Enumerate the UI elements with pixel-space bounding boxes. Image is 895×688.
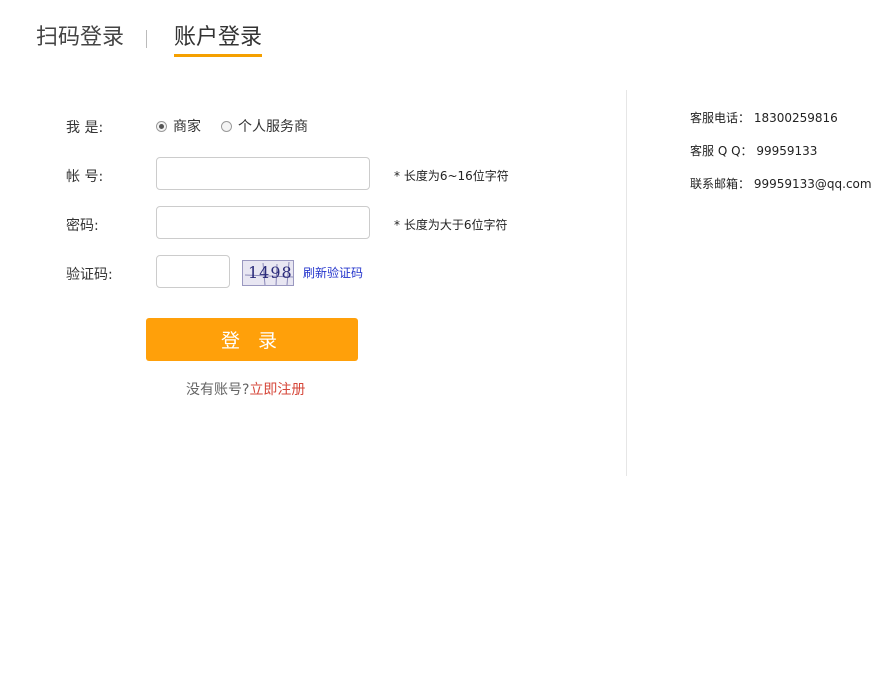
role-individual-label: 个人服务商: [238, 119, 308, 135]
role-radio-merchant[interactable]: 商家: [156, 116, 201, 136]
account-label: 帐 号:: [66, 169, 104, 185]
captcha-input[interactable]: [156, 255, 230, 288]
captcha-image[interactable]: 1498: [242, 260, 294, 286]
no-account-text: 没有账号?: [186, 382, 250, 398]
role-label: 我 是:: [66, 120, 104, 136]
tab-account-login-label: 账户登录: [174, 25, 263, 50]
refresh-captcha-link[interactable]: 刷新验证码: [303, 264, 363, 281]
contact-phone: 客服电话： 18300259816: [690, 111, 838, 125]
tab-separator: [146, 30, 147, 48]
captcha-label: 验证码:: [66, 267, 113, 283]
password-input[interactable]: [156, 206, 370, 239]
password-label: 密码:: [66, 218, 99, 234]
contact-email: 联系邮箱： 99959133@qq.com: [690, 177, 872, 191]
account-input[interactable]: [156, 157, 370, 190]
login-button[interactable]: 登 录: [146, 318, 358, 361]
register-link[interactable]: 立即注册: [249, 382, 305, 398]
register-row: 没有账号?立即注册: [186, 379, 305, 399]
tab-qr-login[interactable]: 扫码登录: [36, 22, 124, 54]
account-hint: * 长度为6~16位字符: [394, 169, 509, 183]
captcha-text: 1498: [248, 263, 293, 282]
tab-account-login[interactable]: 账户登录: [174, 22, 263, 57]
role-radio-individual[interactable]: 个人服务商: [221, 116, 308, 136]
radio-unchecked-icon: [221, 120, 232, 132]
vertical-divider: [626, 90, 627, 476]
active-tab-underline: [174, 54, 263, 57]
role-merchant-label: 商家: [173, 119, 201, 135]
password-hint: * 长度为大于6位字符: [394, 218, 508, 232]
radio-checked-icon: [156, 120, 167, 132]
contact-qq: 客服 Q Q： 99959133: [690, 144, 818, 158]
